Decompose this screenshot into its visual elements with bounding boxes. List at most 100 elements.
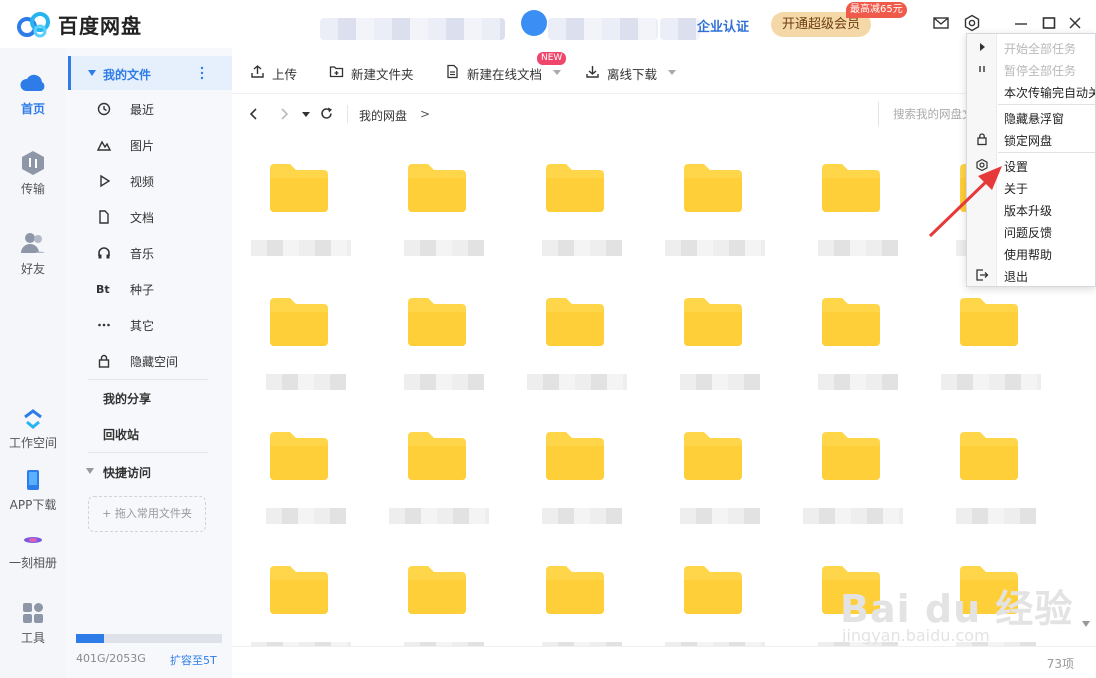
lock-icon	[98, 354, 110, 368]
folder-item[interactable]	[798, 296, 918, 416]
enterprise-cert-link[interactable]: 企业认证	[697, 16, 749, 35]
divider	[88, 452, 208, 453]
document-icon	[99, 210, 109, 224]
nav-workspace[interactable]: 工作空间	[0, 408, 66, 451]
title-bar: 百度网盘 企业认证 开通超级会员 最高减65元	[0, 0, 1096, 48]
user-avatar[interactable]	[521, 10, 547, 36]
folder-item[interactable]	[384, 564, 504, 646]
menu-item-exit[interactable]: 退出	[967, 264, 1095, 286]
menu-item-auto-shutdown[interactable]: 本次传输完自动关机	[967, 80, 1095, 102]
search-input[interactable]: 搜索我的网盘文件	[878, 102, 978, 126]
expand-storage-link[interactable]: 扩容至5T	[170, 652, 217, 668]
menu-item-lock[interactable]: 锁定网盘	[967, 128, 1095, 150]
sidebar-my-share[interactable]: 我的分享	[103, 390, 151, 407]
sidebar-item-label: 其它	[130, 319, 155, 333]
folder-icon	[684, 566, 742, 614]
sidebar-my-files[interactable]: 我的文件	[68, 56, 232, 90]
sidebar-item-label: 音乐	[130, 247, 155, 261]
forward-arrow-icon[interactable]	[278, 107, 290, 121]
folder-item[interactable]	[660, 162, 780, 282]
vip-discount-badge: 最高减65元	[846, 2, 907, 18]
folder-icon	[270, 164, 328, 212]
folder-item[interactable]	[660, 564, 780, 646]
download-icon	[586, 66, 599, 78]
nav-album[interactable]: 一刻相册	[0, 530, 66, 571]
folder-name-blurred	[266, 374, 346, 390]
folder-item[interactable]	[384, 162, 504, 282]
folder-item[interactable]	[798, 430, 918, 550]
menu-item-start-all[interactable]: 开始全部任务	[967, 36, 1095, 58]
sidebar-my-files-label: 我的文件	[103, 68, 152, 82]
menu-item-label: 版本升级	[1004, 204, 1053, 218]
back-arrow-icon[interactable]	[248, 107, 260, 121]
new-folder-button[interactable]: 新建文件夹	[329, 62, 429, 82]
chevron-down-icon[interactable]	[668, 70, 676, 75]
folder-plus-icon	[329, 66, 344, 78]
menu-separator	[998, 104, 1095, 105]
folder-icon	[960, 298, 1018, 346]
nav-transfer[interactable]: 传输	[0, 150, 66, 197]
new-folder-label: 新建文件夹	[351, 67, 414, 82]
quick-access-drop-zone[interactable]: + 拖入常用文件夹	[88, 496, 206, 532]
nav-tools-label: 工具	[20, 631, 45, 645]
folder-item[interactable]	[384, 430, 504, 550]
album-icon	[24, 537, 42, 543]
refresh-icon[interactable]	[319, 106, 334, 121]
folder-item[interactable]	[246, 162, 366, 282]
folder-name-blurred	[818, 240, 898, 256]
folder-icon	[822, 432, 880, 480]
close-icon[interactable]	[1066, 14, 1084, 32]
folder-item[interactable]	[246, 564, 366, 646]
folder-item[interactable]	[936, 296, 1056, 416]
folder-item[interactable]	[246, 296, 366, 416]
folder-icon	[270, 432, 328, 480]
gear-icon[interactable]	[963, 14, 981, 32]
image-icon	[96, 140, 112, 151]
upload-button[interactable]: 上传	[250, 62, 320, 82]
folder-item[interactable]	[522, 296, 642, 416]
folder-name-blurred	[680, 374, 760, 390]
nav-friends[interactable]: 好友	[0, 230, 66, 277]
baidu-netdisk-logo-icon	[17, 12, 50, 38]
scroll-down-icon[interactable]	[1081, 620, 1091, 628]
menu-item-hide-float[interactable]: 隐藏悬浮窗	[967, 106, 1095, 128]
folder-item[interactable]	[660, 430, 780, 550]
folder-item[interactable]	[246, 430, 366, 550]
folder-item[interactable]	[522, 430, 642, 550]
mail-icon[interactable]	[932, 14, 950, 32]
menu-item-pause-all[interactable]: 暂停全部任务	[967, 58, 1095, 80]
chevron-down-icon[interactable]	[553, 70, 561, 75]
maximize-icon[interactable]	[1040, 14, 1058, 32]
folder-item[interactable]	[522, 162, 642, 282]
minimize-icon[interactable]	[1012, 14, 1030, 32]
breadcrumb-root[interactable]: 我的网盘	[359, 107, 407, 124]
nav-tools[interactable]: 工具	[0, 601, 66, 646]
more-vertical-icon[interactable]	[200, 66, 204, 80]
offline-download-button[interactable]: 离线下载	[585, 62, 675, 82]
sidebar-recycle-bin[interactable]: 回收站	[103, 426, 139, 443]
folder-name-blurred	[803, 508, 903, 524]
app-title: 百度网盘	[58, 14, 142, 38]
folder-name-blurred	[665, 240, 765, 256]
lock-icon	[977, 133, 987, 146]
folder-item[interactable]	[384, 296, 504, 416]
sidebar-quick-access[interactable]: 快捷访问	[103, 464, 151, 481]
folder-item[interactable]	[936, 430, 1056, 550]
folder-icon	[546, 164, 604, 212]
menu-item-help[interactable]: 使用帮助	[967, 242, 1095, 264]
nav-home[interactable]: 首页	[0, 70, 66, 117]
folder-icon	[270, 566, 328, 614]
folder-item[interactable]	[798, 162, 918, 282]
folder-icon	[408, 432, 466, 480]
folder-item[interactable]	[522, 564, 642, 646]
storage-quota-bar	[76, 634, 222, 643]
folder-icon	[684, 164, 742, 212]
bt-icon: Bt	[96, 283, 110, 296]
history-dropdown-icon[interactable]	[302, 110, 310, 118]
new-online-doc-button[interactable]: 新建在线文档	[445, 62, 565, 82]
nav-app-download[interactable]: APP下载	[0, 468, 66, 513]
nav-workspace-label: 工作空间	[8, 436, 57, 450]
folder-item[interactable]	[660, 296, 780, 416]
caret-down-icon[interactable]	[86, 467, 94, 475]
baidu-jingyan-watermark-url: jingyan.baidu.com	[842, 626, 990, 645]
